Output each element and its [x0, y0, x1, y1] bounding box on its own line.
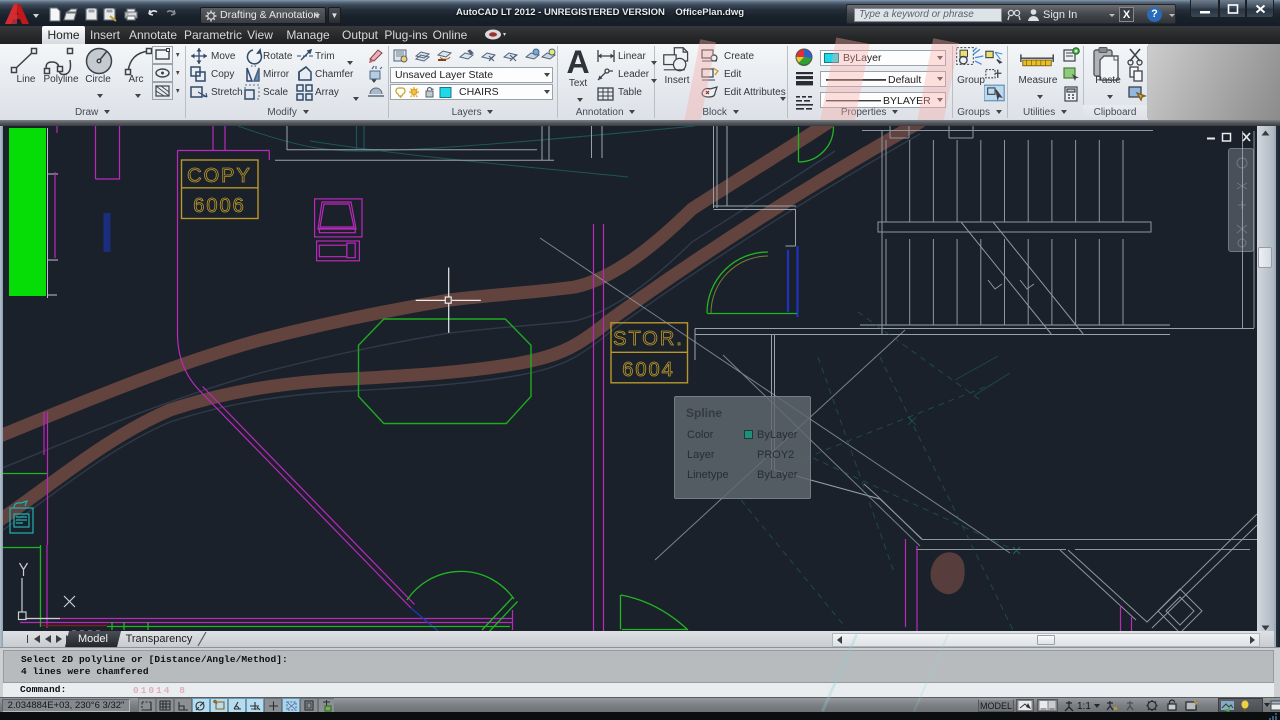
svg-text:6006: 6006 — [193, 195, 246, 217]
svg-text:6004: 6004 — [622, 359, 675, 381]
svg-text:STOR.: STOR. — [613, 328, 684, 350]
svg-text:1:1: 1:1 — [1077, 701, 1091, 712]
svg-text:COPY: COPY — [187, 165, 252, 187]
